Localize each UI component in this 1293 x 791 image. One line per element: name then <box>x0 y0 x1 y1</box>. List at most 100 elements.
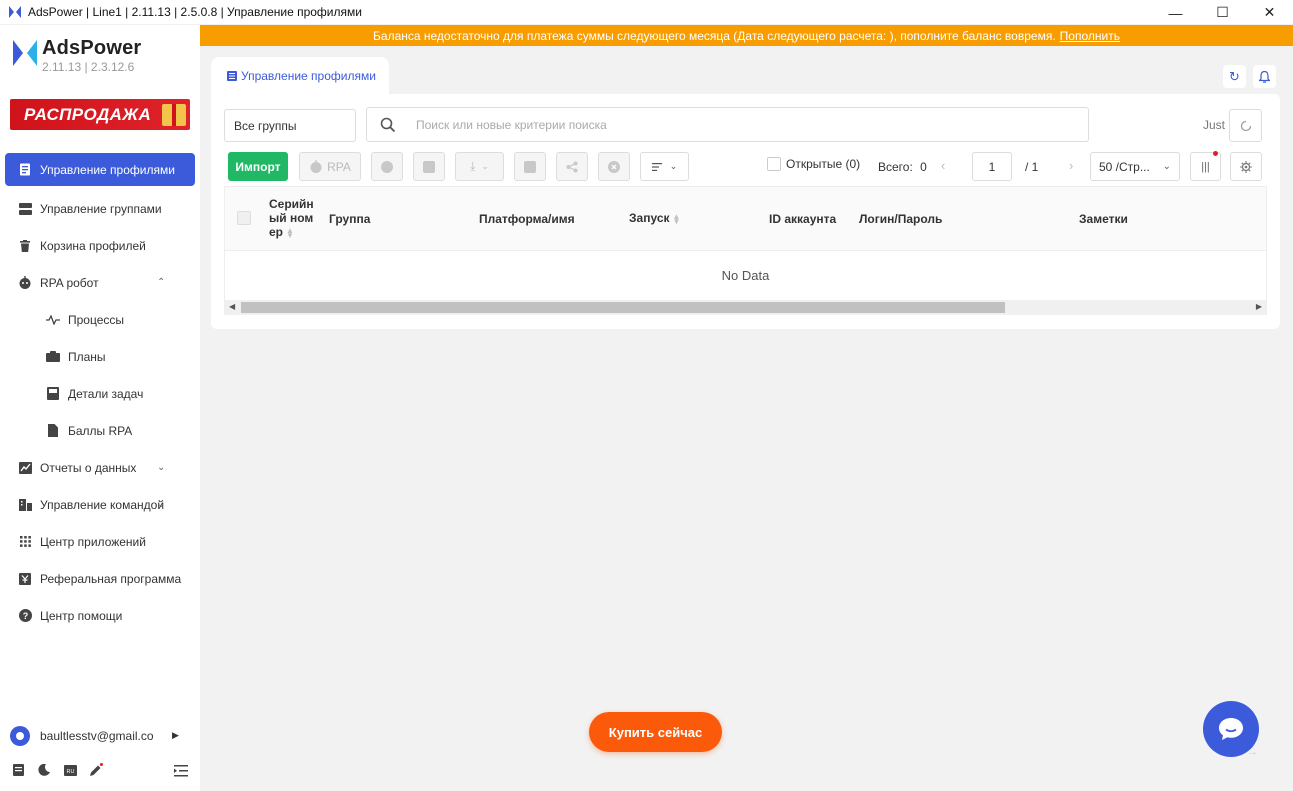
sidebar-item-rpa-robot[interactable]: RPA робот ⌃ <box>0 264 200 301</box>
rpa-points-icon <box>46 424 60 438</box>
page-total: / 1 <box>1025 160 1039 174</box>
per-page-select[interactable]: 50 /Стр... ⌄ <box>1090 152 1180 181</box>
download-icon: ⤓ <box>470 159 476 173</box>
maximize-button[interactable]: ☐ <box>1199 0 1246 25</box>
moon-icon[interactable] <box>37 763 51 777</box>
adspower-app-icon <box>9 6 21 18</box>
opened-checkbox[interactable] <box>767 157 781 171</box>
sidebar-item-label: Управление профилями <box>40 162 175 177</box>
profiles-icon <box>18 163 32 177</box>
search-icon <box>380 117 396 132</box>
horizontal-scrollbar[interactable]: ◀ ▶ <box>225 300 1266 315</box>
caret-right-icon: ▶ <box>172 730 179 740</box>
sale-banner[interactable]: РАСПРОДАЖА <box>10 99 190 130</box>
sort-dropdown-button[interactable]: ⌄ <box>640 152 689 181</box>
browser-icon <box>381 160 393 173</box>
sidebar-item-groups[interactable]: Управление группами <box>0 190 200 227</box>
empty-state: No Data <box>721 267 770 283</box>
sort-icon[interactable]: ▲ ▼ <box>673 212 681 225</box>
sidebar-item-label: Баллы RPA <box>68 423 133 438</box>
scrollbar-thumb[interactable] <box>241 302 1005 313</box>
column-header-account-id: ID аккаунта <box>769 212 837 226</box>
close-profile-button[interactable] <box>598 152 630 181</box>
prev-page-button[interactable]: ‹ <box>941 158 945 173</box>
columns-button[interactable]: ||| <box>1190 151 1221 181</box>
sidebar-item-label: Процессы <box>68 312 125 327</box>
brand-name: AdsPower <box>42 37 142 59</box>
sidebar-item-team[interactable]: Управление командой ⌄ <box>0 486 200 523</box>
trash-icon <box>524 160 536 173</box>
sidebar-item-referral[interactable]: Реферальная программа <box>0 560 200 597</box>
sidebar-item-plans[interactable]: Планы <box>0 338 200 375</box>
sidebar-item-profiles[interactable]: Управление профилями <box>5 153 195 186</box>
just-label: Just <box>1203 118 1226 132</box>
balance-warning-banner: Баланса недостаточно для платежа суммы с… <box>200 25 1293 46</box>
profiles-tab-icon <box>227 70 237 81</box>
gear-icon <box>1240 160 1252 173</box>
refresh-icon[interactable]: ↻ <box>1223 65 1246 88</box>
collapse-menu-icon[interactable] <box>174 764 188 778</box>
minimize-button[interactable]: — <box>1152 0 1199 25</box>
opened-filter[interactable]: Открытые (0) <box>767 157 860 171</box>
search-box[interactable] <box>366 107 1089 142</box>
sync-button[interactable] <box>1229 109 1262 142</box>
open-browser-button[interactable] <box>371 152 403 181</box>
language-icon[interactable]: RU <box>63 763 77 777</box>
chevron-down-icon: ⌄ <box>157 462 166 473</box>
sidebar-item-task-details[interactable]: Детали задач <box>0 375 200 412</box>
scroll-right-icon[interactable]: ▶ <box>1256 302 1262 311</box>
plans-icon <box>46 350 60 364</box>
tab-profiles[interactable]: Управление профилями <box>211 57 389 94</box>
sort-icon[interactable]: ▲ ▼ <box>286 226 294 239</box>
pen-icon[interactable] <box>89 763 103 777</box>
columns-icon: ||| <box>1201 160 1210 173</box>
settings-button[interactable] <box>1230 152 1262 181</box>
list-icon <box>651 162 662 171</box>
sidebar-item-reports[interactable]: Отчеты о данных ⌄ <box>0 449 200 486</box>
select-all-checkbox[interactable] <box>237 211 251 225</box>
bell-icon[interactable] <box>1253 65 1276 88</box>
total-value: 0 <box>920 160 927 174</box>
page-input[interactable]: 1 <box>972 152 1012 181</box>
group-move-button[interactable] <box>413 152 445 181</box>
sidebar-item-rpa-points[interactable]: Баллы RPA <box>0 412 200 449</box>
column-header-launch[interactable]: Запуск ▲ ▼ <box>629 211 680 225</box>
brand-version: 2.11.13 | 2.3.12.6 <box>42 60 135 74</box>
user-email: baultlesstv@gmail.co <box>40 729 154 743</box>
buy-now-button[interactable]: Купить сейчас <box>589 712 722 752</box>
chat-icon <box>1219 718 1243 740</box>
groups-icon <box>18 202 32 216</box>
notes-icon[interactable] <box>11 763 25 777</box>
sidebar-item-label: Корзина профилей <box>40 238 146 253</box>
delete-button[interactable] <box>514 152 546 181</box>
sidebar-item-trash[interactable]: Корзина профилей <box>0 227 200 264</box>
tab-label: Управление профилями <box>241 68 376 83</box>
scroll-left-icon[interactable]: ◀ <box>229 302 235 311</box>
user-account[interactable]: baultlesstv@gmail.co ▶ <box>0 722 200 750</box>
chevron-down-icon: ⌄ <box>1162 161 1171 172</box>
notification-dot <box>1213 151 1218 156</box>
top-up-link[interactable]: Пополнить <box>1060 29 1120 43</box>
import-button[interactable]: Импорт <box>228 152 288 181</box>
column-header-serial[interactable]: Серийн ый ном ер ▲ ▼ <box>269 197 319 239</box>
export-dropdown-button[interactable]: ⤓ ⌄ <box>455 152 504 181</box>
sidebar-item-processes[interactable]: Процессы <box>0 301 200 338</box>
task-details-icon <box>46 387 60 401</box>
sidebar-item-label: Планы <box>68 349 106 364</box>
total-count: Всего: 0 <box>878 160 927 174</box>
sidebar-item-label: Отчеты о данных <box>40 460 137 475</box>
sidebar-item-label: RPA робот <box>40 275 99 290</box>
search-input[interactable] <box>416 117 1088 132</box>
profiles-table: Серийн ый ном ер ▲ ▼ Группа Платформа/имя … <box>224 186 1267 315</box>
close-button[interactable]: ✕ <box>1246 0 1293 25</box>
rpa-button[interactable]: RPA <box>299 152 361 181</box>
opened-label: Открытые (0) <box>786 157 861 171</box>
sidebar-item-label: Центр помощи <box>40 608 123 623</box>
chevron-up-icon: ⌃ <box>157 277 166 288</box>
robot-icon <box>310 160 322 173</box>
share-button[interactable] <box>556 152 588 181</box>
group-select[interactable]: Все группы <box>224 109 356 142</box>
sidebar-item-apps[interactable]: Центр приложений <box>0 523 200 560</box>
sidebar-item-help[interactable]: ? Центр помощи <box>0 597 200 634</box>
next-page-button[interactable]: › <box>1069 158 1073 173</box>
